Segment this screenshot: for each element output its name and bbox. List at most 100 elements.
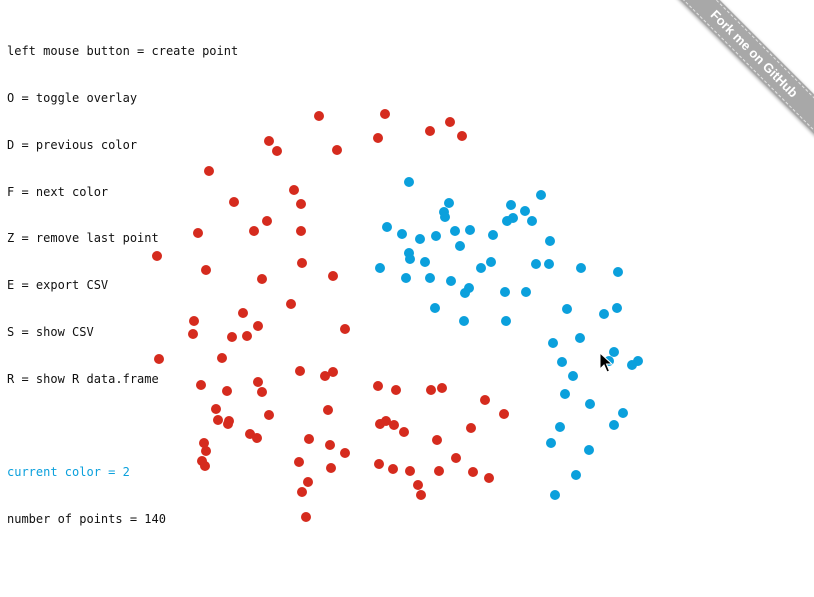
point-color-2 [460, 288, 470, 298]
point-color-1 [373, 133, 383, 143]
point-color-2 [506, 200, 516, 210]
point-color-1 [325, 440, 335, 450]
point-color-1 [152, 251, 162, 261]
point-color-1 [416, 490, 426, 500]
point-color-2 [550, 490, 560, 500]
point-color-2 [502, 216, 512, 226]
point-color-2 [501, 316, 511, 326]
point-color-1 [196, 380, 206, 390]
point-color-2 [576, 263, 586, 273]
point-color-2 [544, 259, 554, 269]
point-color-2 [557, 357, 567, 367]
point-color-1 [445, 117, 455, 127]
point-color-1 [213, 415, 223, 425]
point-color-2 [465, 225, 475, 235]
drawing-canvas[interactable] [0, 0, 814, 597]
point-color-1 [484, 473, 494, 483]
point-color-1 [222, 386, 232, 396]
point-color-1 [391, 385, 401, 395]
point-color-1 [262, 216, 272, 226]
point-color-1 [294, 457, 304, 467]
point-color-2 [459, 316, 469, 326]
point-color-2 [575, 333, 585, 343]
point-color-1 [320, 371, 330, 381]
point-color-2 [404, 177, 414, 187]
point-color-1 [189, 316, 199, 326]
point-color-1 [211, 404, 221, 414]
point-color-2 [440, 212, 450, 222]
point-color-1 [257, 387, 267, 397]
point-color-2 [568, 371, 578, 381]
point-color-1 [217, 353, 227, 363]
point-color-1 [340, 448, 350, 458]
point-color-2 [382, 222, 392, 232]
point-color-2 [562, 304, 572, 314]
point-color-1 [188, 329, 198, 339]
point-color-2 [609, 420, 619, 430]
point-color-1 [425, 126, 435, 136]
point-color-1 [457, 131, 467, 141]
point-color-2 [425, 273, 435, 283]
point-color-2 [401, 273, 411, 283]
point-color-2 [555, 422, 565, 432]
point-color-1 [332, 145, 342, 155]
point-color-1 [437, 383, 447, 393]
point-color-2 [613, 267, 623, 277]
point-color-2 [488, 230, 498, 240]
point-color-1 [388, 464, 398, 474]
point-color-2 [531, 259, 541, 269]
point-color-1 [193, 228, 203, 238]
point-color-1 [399, 427, 409, 437]
point-color-2 [450, 226, 460, 236]
point-color-1 [264, 136, 274, 146]
point-color-2 [536, 190, 546, 200]
point-color-2 [431, 231, 441, 241]
point-color-1 [314, 111, 324, 121]
point-color-1 [227, 332, 237, 342]
point-color-1 [405, 466, 415, 476]
point-color-2 [520, 206, 530, 216]
point-color-1 [340, 324, 350, 334]
point-color-1 [323, 405, 333, 415]
point-color-1 [374, 459, 384, 469]
point-color-1 [328, 271, 338, 281]
point-color-2 [375, 263, 385, 273]
point-color-2 [545, 236, 555, 246]
point-color-1 [468, 467, 478, 477]
point-color-1 [296, 199, 306, 209]
point-color-1 [373, 381, 383, 391]
point-color-1 [253, 377, 263, 387]
point-color-2 [585, 399, 595, 409]
point-color-1 [413, 480, 423, 490]
point-color-2 [560, 389, 570, 399]
point-color-2 [618, 408, 628, 418]
point-color-2 [571, 470, 581, 480]
point-color-1 [297, 487, 307, 497]
point-color-1 [304, 434, 314, 444]
point-color-1 [451, 453, 461, 463]
point-color-1 [249, 226, 259, 236]
point-color-1 [295, 366, 305, 376]
point-color-2 [476, 263, 486, 273]
point-color-1 [499, 409, 509, 419]
point-color-1 [201, 265, 211, 275]
point-color-2 [430, 303, 440, 313]
point-color-2 [546, 438, 556, 448]
point-color-1 [480, 395, 490, 405]
point-color-1 [289, 185, 299, 195]
mouse-cursor-icon [599, 352, 613, 373]
point-color-1 [154, 354, 164, 364]
point-color-2 [612, 303, 622, 313]
point-color-2 [405, 254, 415, 264]
point-color-1 [272, 146, 282, 156]
point-color-2 [548, 338, 558, 348]
point-color-1 [432, 435, 442, 445]
point-color-1 [297, 258, 307, 268]
point-color-2 [397, 229, 407, 239]
point-color-2 [415, 234, 425, 244]
point-color-1 [252, 433, 262, 443]
point-color-2 [584, 445, 594, 455]
point-color-2 [599, 309, 609, 319]
point-color-1 [204, 166, 214, 176]
point-color-1 [301, 512, 311, 522]
